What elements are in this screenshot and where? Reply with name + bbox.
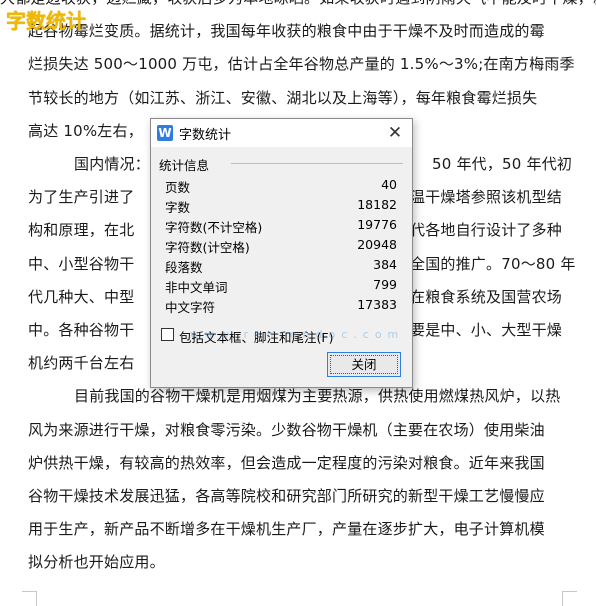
stat-row-chars-with-spaces: 字符数(计空格) 20948 <box>165 237 397 257</box>
dialog-titlebar[interactable]: W 字数统计 ✕ <box>151 119 412 147</box>
stat-value: 17383 <box>357 297 397 312</box>
stat-label: 页数 <box>165 180 191 195</box>
document-text-line: 起谷物霉烂变质。据统计，我国每年收获的粮食中由于干燥不及时而造成的霉 <box>28 22 545 40</box>
document-text-line: 谷物干燥技术发展迅猛，各高等院校和研究部门所研究的新型干燥工艺慢慢应 <box>28 487 545 505</box>
wps-writer-icon: W <box>157 125 173 141</box>
stat-row-chinese-chars: 中文字符 17383 <box>165 297 397 317</box>
document-text-line: 在粮食系统及国营农场 <box>410 288 563 306</box>
stat-row-pages: 页数 40 <box>165 177 397 197</box>
stat-label: 非中文单词 <box>165 280 228 295</box>
document-text-line: 节较长的地方（如江苏、浙江、安徽、湖北以及上海等），每年粮食霉烂损失 <box>28 89 538 107</box>
close-button[interactable]: 关闭 <box>327 352 401 377</box>
stat-value: 384 <box>373 257 397 272</box>
document-text-line: 拟分析也开始应用。 <box>28 553 165 571</box>
word-count-dialog: W 字数统计 ✕ 统计信息 页数 40 字数 18182 字符数(不计空格) 1… <box>150 118 413 388</box>
stat-row-chars-no-spaces: 字符数(不计空格) 19776 <box>165 217 397 237</box>
document-text-line: 大都是边收获，边贮藏，收获后多为本地晾晒。如果收获时遇到阴雨天气不能及时干燥，就… <box>0 0 596 8</box>
document-text-line: 烂损失达 500～1000 万屯，估计占全年谷物总产量的 1.5%～3%;在南方… <box>28 55 575 73</box>
document-text-line: 目前我国的谷物干燥机是用烟煤为主要热源，供热使用燃煤热风炉，以热 <box>74 387 561 405</box>
dialog-title: 字数统计 <box>179 128 232 143</box>
document-text-line: 风为来源进行干燥，对粮食零污染。少数谷物干燥机（主要在农场）使用柴油 <box>28 421 545 439</box>
document-text-line: 要是中、小、大型干燥 <box>410 321 563 339</box>
document-text-line: 50 年代，50 年代初 <box>432 155 573 173</box>
stat-label: 中文字符 <box>165 300 216 315</box>
stat-label: 字数 <box>165 200 191 215</box>
stat-value: 799 <box>373 277 397 292</box>
document-text-line: 全国的推广。70～80 年 <box>410 255 576 273</box>
stat-value: 19776 <box>357 217 397 232</box>
watermark-url: www.renrendoc.com <box>190 328 405 341</box>
stat-value: 40 <box>381 177 397 192</box>
stat-label: 段落数 <box>165 260 203 275</box>
include-textbox-checkbox[interactable] <box>161 328 174 341</box>
document-text-line: 代各地自行设计了多种 <box>410 221 563 239</box>
stat-value: 18182 <box>357 197 397 212</box>
stat-label: 字符数(不计空格) <box>165 220 263 235</box>
document-text-line: 炉供热干燥，有较高的热效率，但会造成一定程度的污染对粮食。近年来我国 <box>28 454 545 472</box>
group-divider <box>231 163 403 164</box>
stat-value: 20948 <box>357 237 397 252</box>
word-count-overlay-title: 字数统计 <box>6 9 86 33</box>
document-page: 大都是边收获，边贮藏，收获后多为本地晾晒。如果收获时遇到阴雨天气不能及时干燥，就… <box>0 0 596 606</box>
stat-row-words: 字数 18182 <box>165 197 397 217</box>
stat-row-non-chinese-words: 非中文单词 799 <box>165 277 397 297</box>
close-icon[interactable]: ✕ <box>384 122 406 144</box>
document-text-line: 温干燥塔参照该机型结 <box>410 188 563 206</box>
stat-label: 字符数(计空格) <box>165 240 250 255</box>
stats-group-label: 统计信息 <box>159 155 214 174</box>
stat-row-paragraphs: 段落数 384 <box>165 257 397 277</box>
document-text-line: 用于生产，新产品不断增多在干燥机生产厂，产量在逐步扩大，电子计算机模 <box>28 520 545 538</box>
